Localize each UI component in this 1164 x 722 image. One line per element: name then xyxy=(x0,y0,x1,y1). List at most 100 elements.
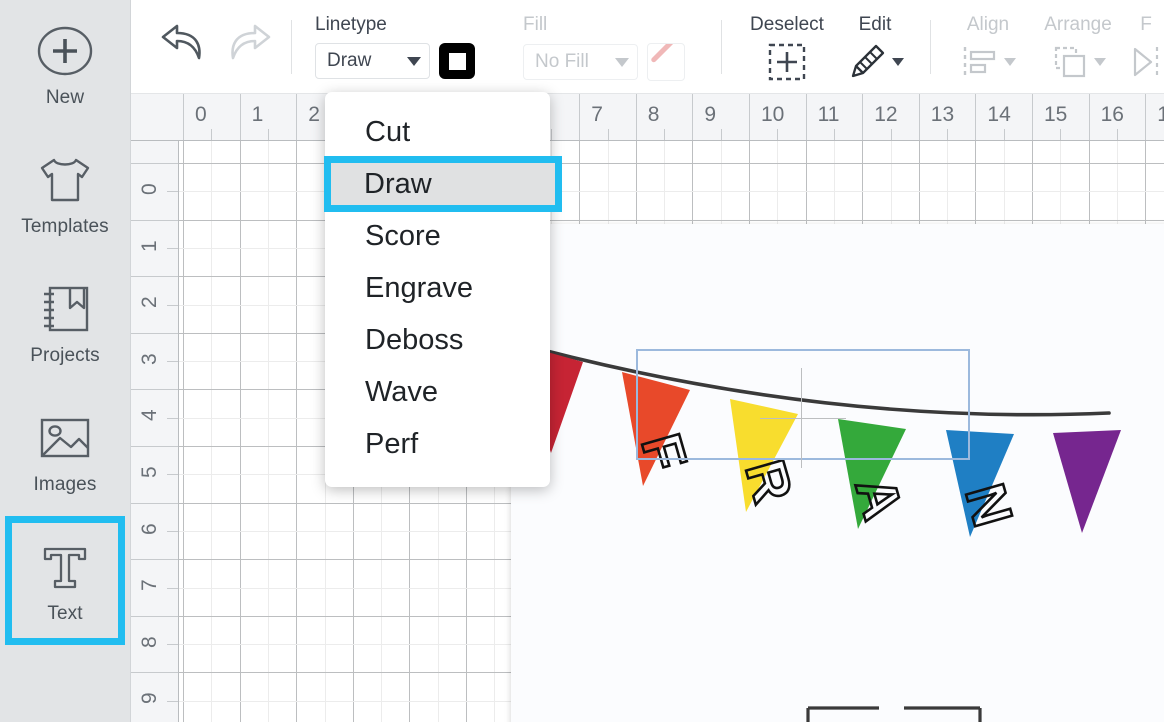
selection-bounding-box[interactable] xyxy=(636,349,970,460)
design-space-app: New Templates Projects Images Text Linet… xyxy=(0,0,1164,722)
ruler-tick xyxy=(131,163,178,164)
grid-line-major xyxy=(239,141,241,722)
ruler-number: 2 xyxy=(308,103,320,126)
ruler-tick xyxy=(131,672,178,674)
ruler-half-tick xyxy=(167,361,178,363)
ruler-number: 13 xyxy=(930,103,955,126)
ruler-number: 12 xyxy=(874,103,898,126)
linetype-group: Linetype Draw xyxy=(315,0,475,79)
deselect-icon xyxy=(766,42,808,82)
linetype-dropdown-menu[interactable]: Cut Draw Score Engrave Deboss Wave Perf xyxy=(325,92,550,487)
ruler-tick xyxy=(975,94,977,140)
menu-item-perf[interactable]: Perf xyxy=(325,418,550,470)
ruler-number: 1 xyxy=(138,239,161,252)
sidebar-item-label: New xyxy=(45,87,85,108)
grid-line-major xyxy=(296,141,298,722)
menu-item-draw[interactable]: Draw xyxy=(331,163,555,205)
ruler-half-tick xyxy=(1116,129,1118,140)
sidebar-item-label: Images xyxy=(33,474,97,495)
align-button[interactable]: Align xyxy=(951,0,1025,82)
menu-item-deboss[interactable]: Deboss xyxy=(325,314,550,366)
ruler-tick xyxy=(131,502,178,504)
ruler-tick xyxy=(692,94,694,140)
rotation-guide-horizontal xyxy=(760,418,846,419)
ruler-tick xyxy=(805,94,807,140)
ruler-number: 10 xyxy=(761,103,785,126)
ruler-tick xyxy=(131,276,178,278)
ruler-half-tick xyxy=(947,129,949,140)
ruler-tick xyxy=(296,94,298,140)
cutting-mat xyxy=(511,224,1164,722)
menu-item-cut[interactable]: Cut xyxy=(325,106,550,158)
fill-select[interactable]: No Fill xyxy=(523,44,638,80)
fill-label: Fill xyxy=(523,14,548,35)
chevron-down-icon xyxy=(1004,58,1016,66)
sidebar-item-projects[interactable]: Projects xyxy=(5,258,125,387)
linetype-select[interactable]: Draw xyxy=(315,43,430,79)
ruler-number: 7 xyxy=(591,103,603,126)
menu-item-engrave[interactable]: Engrave xyxy=(325,262,550,314)
fill-group: Fill No Fill xyxy=(523,0,685,81)
ruler-number: 6 xyxy=(138,522,161,535)
ruler-number: 9 xyxy=(704,103,717,126)
ruler-half-tick xyxy=(167,700,178,702)
ruler-tick xyxy=(131,446,178,447)
sidebar-item-new[interactable]: New xyxy=(5,0,125,129)
ruler-number: 4 xyxy=(138,409,161,422)
chevron-down-icon xyxy=(892,58,904,66)
sidebar-item-templates[interactable]: Templates xyxy=(5,129,125,258)
sidebar-item-label: Templates xyxy=(21,216,109,237)
sidebar-item-text[interactable]: Text xyxy=(5,516,125,645)
chevron-down-icon xyxy=(615,57,629,67)
linetype-color-swatch[interactable] xyxy=(439,43,475,79)
sidebar-item-label: Text xyxy=(47,603,83,624)
horizontal-ruler: 01234567891011121314151617 xyxy=(131,94,1164,141)
ruler-tick xyxy=(1145,94,1147,140)
history-controls xyxy=(131,0,291,94)
toolbar-divider xyxy=(721,20,722,74)
ruler-number: 3 xyxy=(138,353,161,365)
deselect-label: Deselect xyxy=(750,14,824,35)
ruler-half-tick xyxy=(550,129,552,140)
ruler-half-tick xyxy=(607,129,609,140)
ruler-tick xyxy=(239,94,241,140)
deselect-button[interactable]: Deselect xyxy=(750,0,824,82)
fill-color-swatch[interactable] xyxy=(647,43,685,81)
undo-icon[interactable] xyxy=(155,24,207,70)
top-toolbar: Linetype Draw Fill No Fill Deselect Edit… xyxy=(131,0,1164,94)
book-icon xyxy=(37,278,93,340)
ruler-tick xyxy=(1088,94,1090,140)
flip-button[interactable]: F xyxy=(1129,0,1163,82)
grid-line-minor xyxy=(211,141,213,722)
arrange-button[interactable]: Arrange xyxy=(1041,0,1115,82)
ruler-half-tick xyxy=(267,129,269,140)
ruler-half-tick xyxy=(1060,129,1062,140)
linetype-value: Draw xyxy=(327,50,372,71)
tshirt-icon xyxy=(34,149,96,211)
ruler-half-tick xyxy=(167,530,178,532)
ruler-tick xyxy=(635,94,637,140)
toolbar-divider xyxy=(930,20,931,74)
arrange-label: Arrange xyxy=(1044,14,1112,35)
ruler-number: 14 xyxy=(987,103,1011,126)
chevron-down-icon xyxy=(1094,58,1106,66)
ruler-half-tick xyxy=(1003,129,1005,140)
ruler-number: 17 xyxy=(1157,103,1164,127)
ruler-half-tick xyxy=(167,644,178,646)
menu-item-score[interactable]: Score xyxy=(325,210,550,262)
sidebar-item-label: Projects xyxy=(30,345,100,366)
ruler-number: 8 xyxy=(647,103,660,126)
arrange-layers-icon xyxy=(1050,42,1106,82)
ruler-half-tick xyxy=(167,247,178,249)
sidebar-item-images[interactable]: Images xyxy=(5,387,125,516)
ruler-number: 9 xyxy=(138,692,161,705)
toolbar-divider xyxy=(291,20,292,74)
ruler-number: 0 xyxy=(195,103,207,126)
ruler-half-tick xyxy=(890,129,892,140)
edit-button[interactable]: Edit xyxy=(838,0,912,82)
menu-item-wave[interactable]: Wave xyxy=(325,366,550,418)
ruler-half-tick xyxy=(833,129,835,140)
flip-icon xyxy=(1129,42,1163,82)
ruler-tick xyxy=(131,389,178,391)
ruler-half-tick xyxy=(720,129,722,140)
